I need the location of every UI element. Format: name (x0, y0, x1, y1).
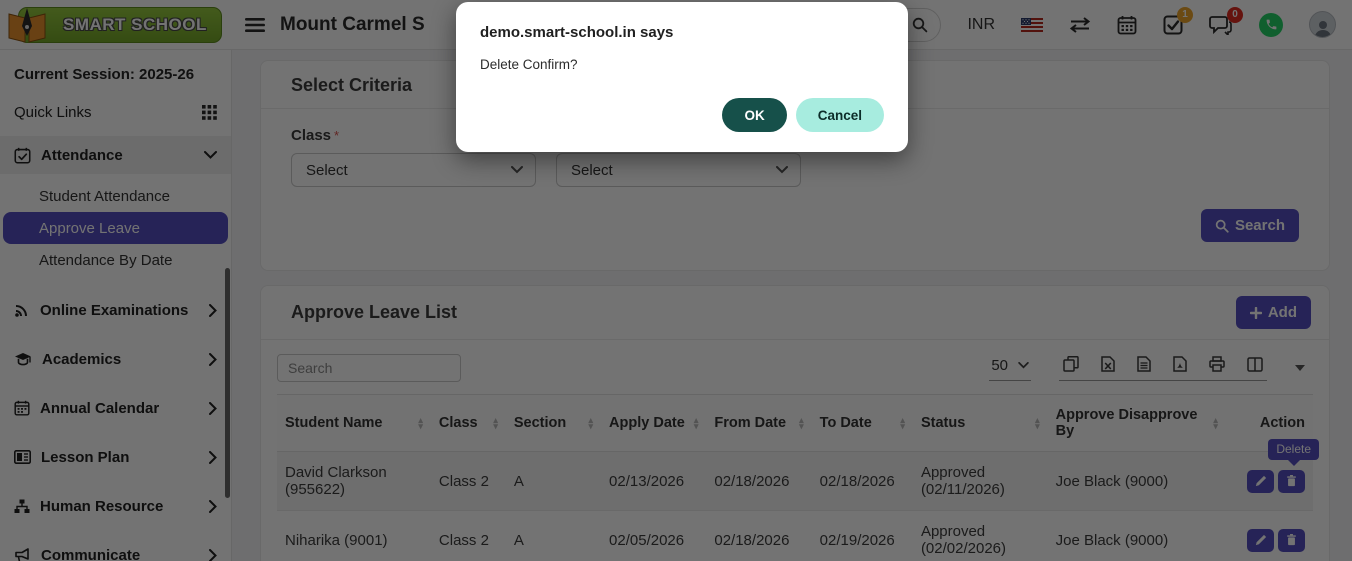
browser-confirm-dialog: demo.smart-school.in says Delete Confirm… (456, 2, 908, 152)
dialog-title: demo.smart-school.in says (480, 24, 884, 41)
cancel-button[interactable]: Cancel (796, 98, 884, 132)
dialog-message: Delete Confirm? (480, 57, 884, 72)
ok-button[interactable]: OK (722, 98, 786, 132)
app-screen: SMART SCHOOL Mount Carmel S INR 1 (0, 0, 1352, 561)
